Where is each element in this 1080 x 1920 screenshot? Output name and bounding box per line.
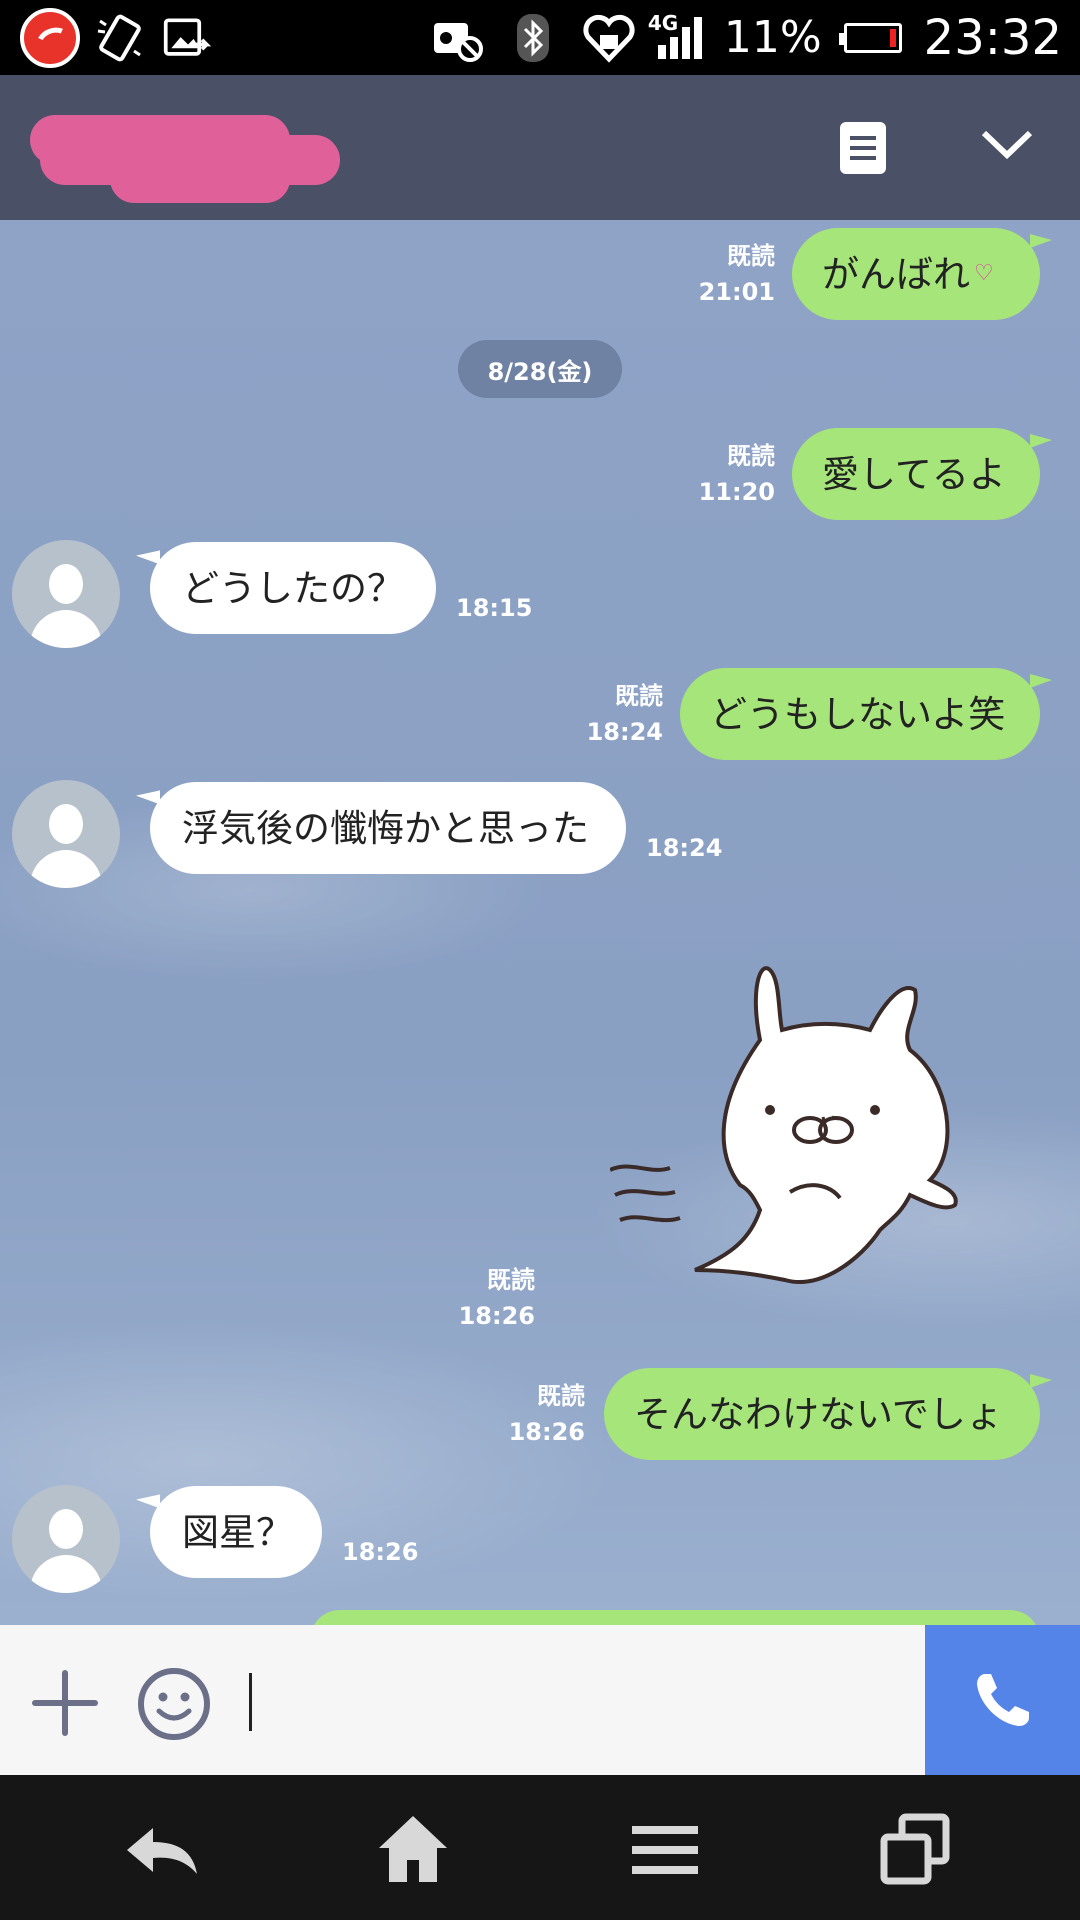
message-time: 18:26 — [342, 1538, 419, 1566]
read-receipt: 既読 18:26 — [458, 1266, 535, 1330]
plus-icon[interactable] — [32, 1670, 98, 1736]
message-bubble-outgoing[interactable]: そんなわけないでしょ — [604, 1368, 1040, 1460]
read-receipt: 既読 18:26 — [508, 1382, 585, 1446]
vibrate-off-icon — [430, 11, 484, 65]
read-receipt: 既読 18:24 — [586, 682, 663, 746]
chat-area[interactable]: 既読 21:01 がんばれ ♡ 8/28(金) 既読 11:20 愛してるよ どうした… — [0, 220, 1080, 1625]
battery-percent: 11% — [723, 12, 822, 63]
menu-icon[interactable] — [620, 1805, 710, 1895]
system-nav-bar — [0, 1775, 1080, 1920]
message-input[interactable] — [240, 1655, 910, 1745]
message-bubble-incoming[interactable]: 図星？ — [150, 1486, 322, 1578]
screen-rotate-icon — [94, 11, 148, 65]
call-button[interactable] — [925, 1625, 1080, 1775]
phone-icon — [976, 1674, 1029, 1726]
status-bar: 4G 11% 23:32 — [0, 0, 1080, 75]
read-receipt: 既読 11:20 — [698, 442, 775, 506]
signal-icon: 4G — [648, 11, 702, 59]
home-icon[interactable] — [368, 1805, 458, 1895]
contact-avatar[interactable] — [12, 540, 120, 648]
message-input-bar — [0, 1625, 1080, 1775]
back-icon[interactable] — [118, 1805, 208, 1895]
battery-icon — [838, 22, 902, 53]
clock: 23:32 — [923, 9, 1062, 66]
date-divider: 8/28(金) — [458, 340, 622, 398]
heart-health-icon — [582, 11, 636, 65]
bluetooth-icon — [506, 11, 560, 65]
message-bubble-outgoing-partial[interactable] — [310, 1610, 1040, 1625]
chevron-down-icon[interactable] — [980, 125, 1034, 165]
screenshot-share-icon — [162, 11, 216, 65]
trendmicro-icon — [20, 8, 80, 68]
message-time: 18:15 — [456, 594, 533, 622]
message-bubble-incoming[interactable]: どうしたの？ — [150, 542, 436, 634]
chat-header — [0, 75, 1080, 220]
notes-icon[interactable] — [840, 122, 886, 174]
contact-name-redacted[interactable] — [30, 105, 340, 205]
message-time: 18:24 — [646, 834, 723, 862]
message-bubble-outgoing[interactable]: 愛してるよ — [792, 428, 1040, 520]
message-bubble-outgoing[interactable]: どうもしないよ笑 — [680, 668, 1040, 760]
emoji-icon[interactable] — [137, 1667, 211, 1741]
recent-apps-icon[interactable] — [870, 1805, 960, 1895]
text-cursor — [249, 1673, 252, 1731]
contact-avatar[interactable] — [12, 1485, 120, 1593]
contact-avatar[interactable] — [12, 780, 120, 888]
message-bubble-incoming[interactable]: 浮気後の懺悔かと思った — [150, 782, 626, 874]
ghost-rabbit-sticker[interactable] — [610, 930, 990, 1320]
sparkle-heart-icon: ♡ — [974, 261, 994, 286]
message-bubble-outgoing[interactable]: がんばれ ♡ — [792, 228, 1040, 320]
read-receipt: 既読 21:01 — [698, 242, 775, 306]
